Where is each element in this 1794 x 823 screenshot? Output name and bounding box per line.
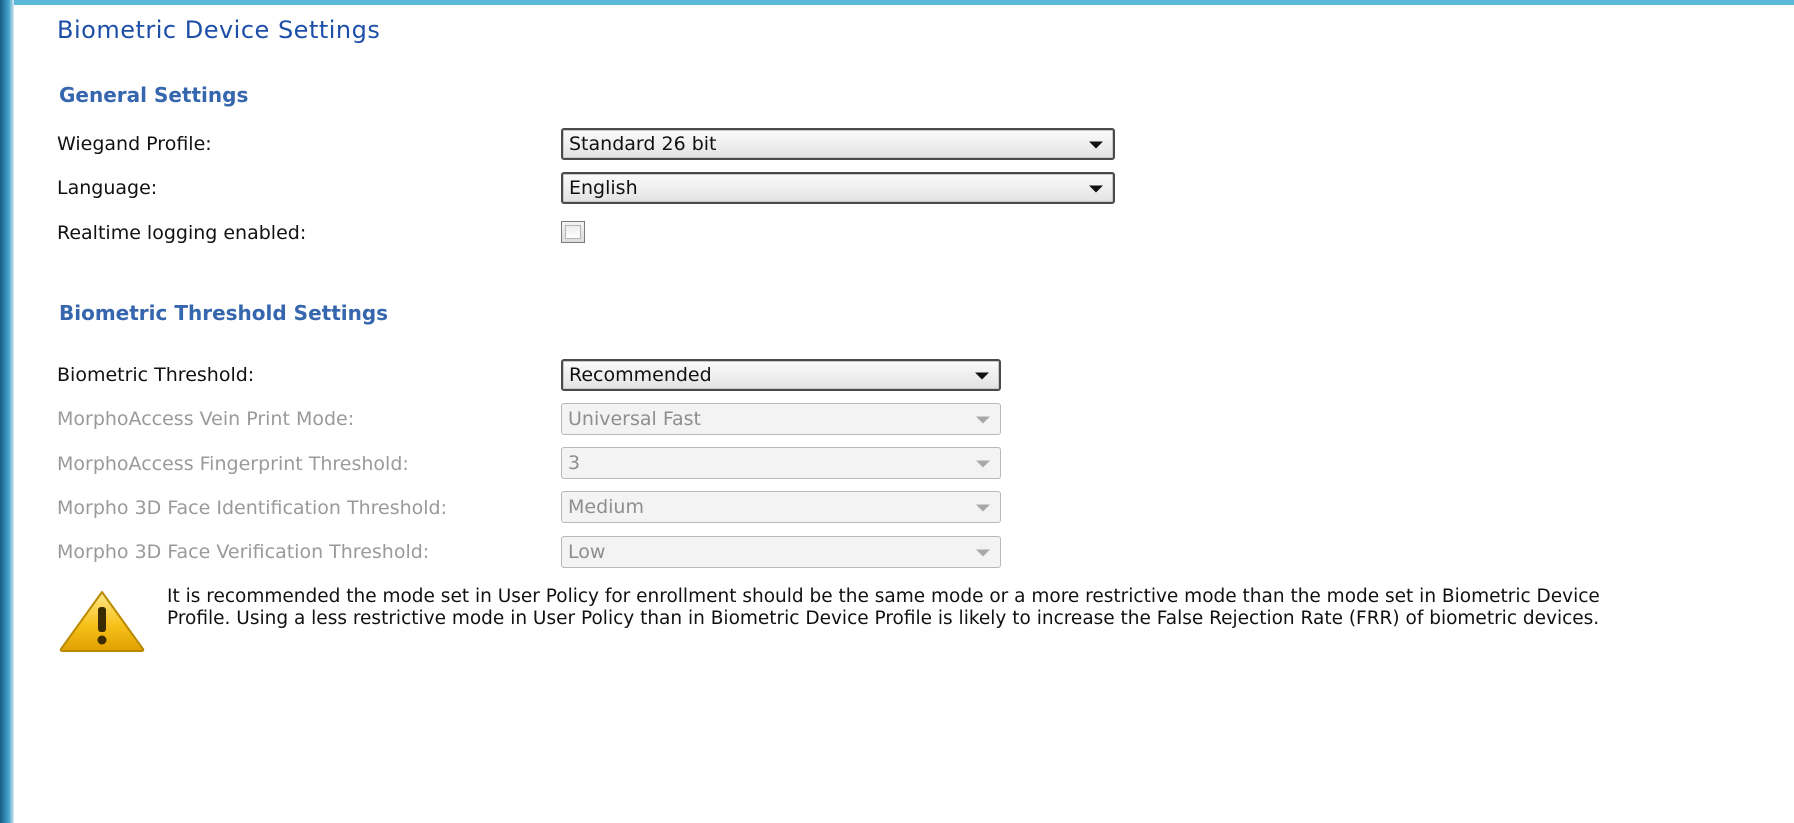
vein-print-mode-label: MorphoAccess Vein Print Mode: — [57, 408, 355, 430]
vein-print-mode-select: Universal Fast — [561, 403, 1001, 435]
biometric-threshold-select[interactable]: Recommended — [561, 359, 1001, 391]
wiegand-profile-label: Wiegand Profile: — [57, 133, 212, 155]
fingerprint-threshold-value: 3 — [568, 452, 581, 474]
warning-message: It is recommended the mode set in User P… — [167, 586, 1600, 629]
chevron-down-icon — [1089, 185, 1103, 193]
face-verification-threshold-label: Morpho 3D Face Verification Threshold: — [57, 541, 430, 563]
language-value: English — [569, 177, 638, 199]
face-verification-threshold-value: Low — [568, 541, 606, 563]
face-identification-threshold-value: Medium — [568, 496, 644, 518]
chevron-down-icon — [976, 416, 990, 424]
face-verification-threshold-select: Low — [561, 536, 1001, 568]
wiegand-profile-value: Standard 26 bit — [569, 133, 717, 155]
checkbox-box — [565, 225, 581, 239]
face-identification-threshold-select: Medium — [561, 491, 1001, 523]
chevron-down-icon — [976, 549, 990, 557]
vein-print-mode-value: Universal Fast — [568, 408, 702, 430]
fingerprint-threshold-label: MorphoAccess Fingerprint Threshold: — [57, 453, 409, 475]
chevron-down-icon — [1089, 141, 1103, 149]
wiegand-profile-select[interactable]: Standard 26 bit — [561, 128, 1115, 160]
general-settings-heading: General Settings — [59, 83, 249, 107]
fingerprint-threshold-select: 3 — [561, 447, 1001, 479]
chevron-down-icon — [976, 504, 990, 512]
language-select[interactable]: English — [561, 172, 1115, 204]
biometric-threshold-label: Biometric Threshold: — [57, 364, 255, 386]
warning-triangle-icon — [57, 589, 147, 653]
chevron-down-icon — [976, 460, 990, 468]
biometric-threshold-value: Recommended — [569, 364, 712, 386]
realtime-logging-label: Realtime logging enabled: — [57, 222, 307, 244]
language-label: Language: — [57, 177, 158, 199]
window-left-border — [0, 0, 14, 823]
chevron-down-icon — [975, 372, 989, 380]
threshold-settings-heading: Biometric Threshold Settings — [59, 301, 389, 325]
page-title: Biometric Device Settings — [57, 16, 381, 44]
face-identification-threshold-label: Morpho 3D Face Identification Threshold: — [57, 497, 448, 519]
realtime-logging-checkbox[interactable] — [561, 221, 585, 243]
